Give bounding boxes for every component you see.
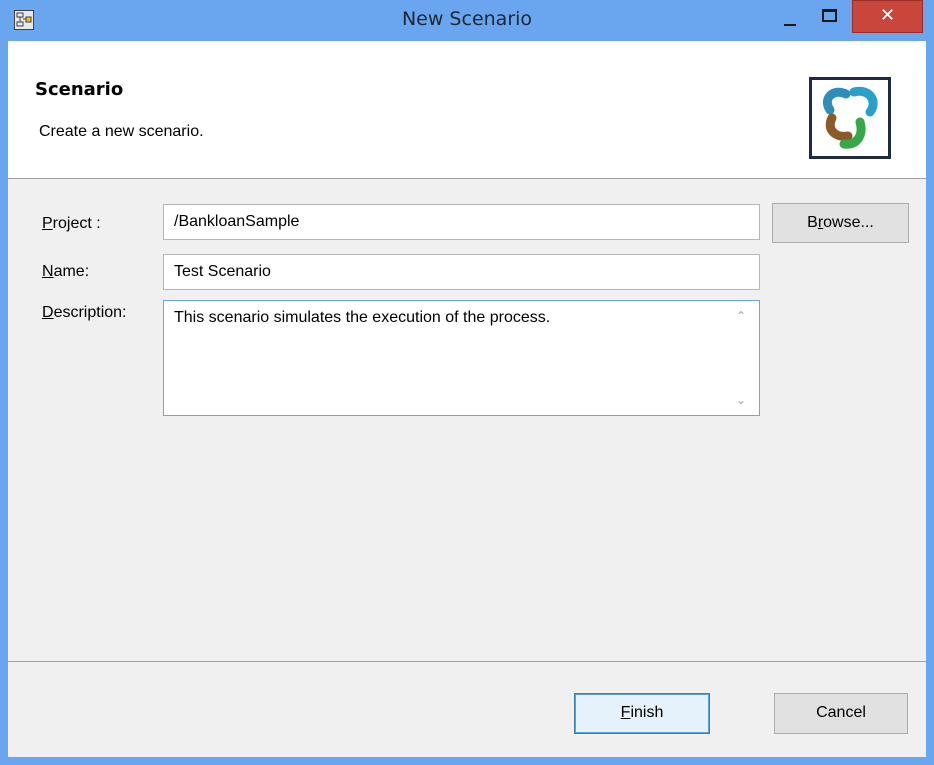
minimize-button[interactable] [770, 0, 810, 34]
name-label: Name: [42, 263, 90, 280]
description-textarea[interactable]: This scenario simulates the execution of… [163, 300, 760, 416]
banner-title: Scenario [35, 79, 124, 100]
description-label: Description: [42, 304, 127, 321]
name-field[interactable]: Test Scenario [163, 254, 760, 290]
description-text: This scenario simulates the execution of… [174, 309, 551, 326]
project-label: Project : [42, 215, 101, 232]
close-icon: ✕ [879, 5, 896, 26]
finish-button[interactable]: Finish [574, 693, 710, 734]
title-bar[interactable]: New Scenario ✕ [0, 0, 934, 41]
project-field[interactable]: /BankloanSample [163, 204, 760, 240]
dialog-body: Scenario Create a new scenario. Project … [8, 41, 926, 757]
minimize-icon [784, 24, 796, 26]
banner-description: Create a new scenario. [39, 123, 204, 140]
close-button[interactable]: ✕ [852, 0, 923, 33]
scenario-logo-icon [809, 77, 891, 159]
maximize-icon [822, 9, 837, 22]
scroll-up-icon[interactable]: ⌃ [733, 309, 749, 325]
maximize-button[interactable] [808, 0, 848, 34]
browse-button[interactable]: Browse... [772, 203, 909, 243]
wizard-banner: Scenario Create a new scenario. [8, 41, 926, 179]
new-scenario-dialog: New Scenario ✕ Scenario Create a new sce… [0, 0, 934, 765]
scroll-down-icon[interactable]: ⌄ [733, 393, 749, 409]
footer-separator [8, 661, 926, 662]
cancel-button[interactable]: Cancel [774, 693, 908, 734]
